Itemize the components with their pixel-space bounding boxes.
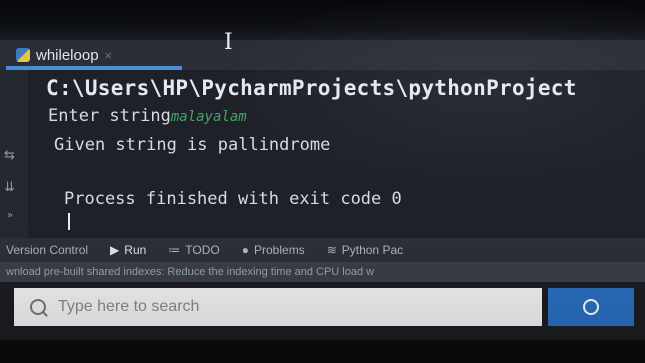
todo-icon: ≔	[168, 243, 181, 257]
search-placeholder: Type here to search	[58, 298, 200, 315]
input-prompt-line: Enter stringmalayalam	[48, 106, 247, 126]
monitor-bezel-top	[0, 0, 645, 40]
close-icon[interactable]: ×	[105, 48, 113, 63]
tool-problems[interactable]: ● Problems	[242, 243, 305, 257]
ide-screen: whileloop × ⇆ ⇊ » C:\Users\HP\PycharmPro…	[0, 0, 645, 363]
run-console[interactable]: C:\Users\HP\PycharmProjects\pythonProjec…	[28, 70, 645, 238]
status-bar[interactable]: wnload pre-built shared indexes: Reduce …	[0, 262, 645, 282]
typed-input: malayalam	[170, 109, 247, 125]
tool-label: Problems	[254, 243, 305, 257]
console-gutter: ⇆ ⇊ »	[0, 70, 28, 238]
prompt-text: Enter string	[48, 106, 171, 126]
taskbar-search-box[interactable]: Type here to search	[14, 288, 542, 326]
more-icon[interactable]: »	[7, 210, 13, 221]
windows-taskbar: Type here to search	[0, 282, 645, 340]
packages-icon: ≋	[326, 243, 337, 257]
tool-python-packages[interactable]: ≋ Python Pac	[327, 243, 403, 257]
result-line: Given string is pallindrome	[54, 135, 331, 155]
run-icon: ▶	[110, 243, 120, 257]
tool-run[interactable]: ▶ Run	[110, 243, 146, 257]
monitor-bezel-bottom	[0, 340, 645, 363]
search-icon	[26, 295, 50, 319]
tool-window-bar: Version Control ▶ Run ≔ TODO ● Problems …	[0, 238, 645, 262]
problems-icon: ●	[241, 243, 249, 257]
cortana-icon	[583, 299, 599, 315]
cortana-button[interactable]	[548, 288, 634, 326]
tool-version-control[interactable]: Version Control	[6, 243, 88, 257]
tool-label: Python Pac	[341, 243, 404, 257]
tool-todo[interactable]: ≔ TODO	[168, 243, 219, 257]
interpreter-path-line: C:\Users\HP\PycharmProjects\pythonProjec…	[46, 76, 577, 100]
tool-label: Run	[124, 243, 147, 257]
tool-label: Version Control	[6, 243, 89, 257]
tool-label: TODO	[185, 243, 220, 257]
scroll-to-end-icon[interactable]: ⇊	[4, 180, 15, 195]
tab-label: whileloop	[36, 46, 99, 64]
text-caret	[68, 213, 70, 230]
exit-status-line: Process finished with exit code 0	[64, 189, 402, 209]
soft-wrap-icon[interactable]: ⇆	[4, 148, 15, 163]
python-file-icon	[16, 48, 30, 62]
mouse-ibeam-cursor: I	[224, 30, 233, 55]
